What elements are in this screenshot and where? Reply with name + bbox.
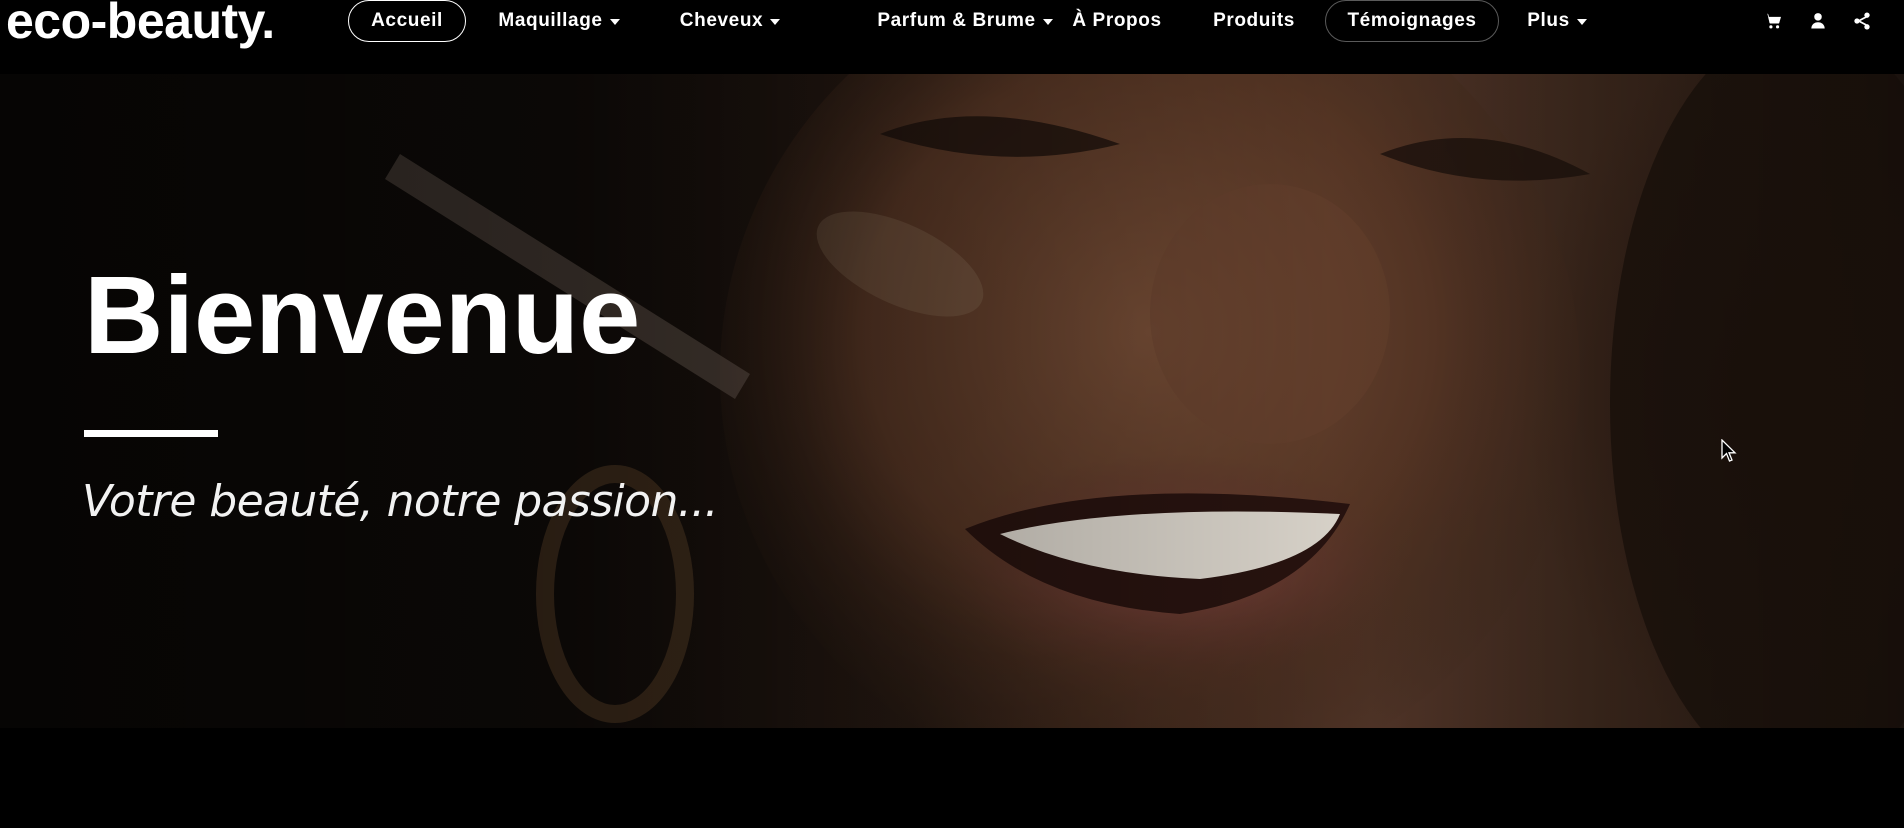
nav-item-produits[interactable]: Produits <box>1212 0 1296 42</box>
nav-item-label: Maquillage <box>498 10 603 31</box>
nav-item-label: Plus <box>1527 10 1570 31</box>
nav-item-plus[interactable]: Plus <box>1525 0 1589 42</box>
chevron-down-icon <box>609 19 620 25</box>
nav-item-label: Cheveux <box>679 10 764 31</box>
nav-item-temoignages[interactable]: Témoignages <box>1325 0 1499 42</box>
nav-item-label: À Propos <box>1072 10 1162 31</box>
main-nav: Accueil Maquillage Cheveux Parfum & Brum… <box>0 0 1904 42</box>
nav-item-label: Produits <box>1213 10 1295 31</box>
nav-item-a-propos[interactable]: À Propos <box>1072 0 1162 42</box>
nav-item-cheveux[interactable]: Cheveux <box>678 0 782 42</box>
hero-banner: Bienvenue Votre beauté, notre passion... <box>0 74 1904 728</box>
user-icon[interactable] <box>1807 10 1829 32</box>
hero-subtitle: Votre beauté, notre passion... <box>82 476 719 527</box>
nav-item-accueil[interactable]: Accueil <box>348 0 466 42</box>
cart-icon[interactable] <box>1762 10 1784 32</box>
nav-item-maquillage[interactable]: Maquillage <box>494 0 624 42</box>
nav-item-label: Parfum & Brume <box>877 10 1036 31</box>
chevron-down-icon <box>1042 19 1053 25</box>
hero-title: Bienvenue <box>84 254 641 377</box>
site-header: eco-beauty. Accueil Maquillage Cheveux P… <box>0 0 1904 74</box>
nav-item-parfum-brume[interactable]: Parfum & Brume <box>872 0 1058 42</box>
hero-divider <box>84 430 218 437</box>
nav-item-label: Témoignages <box>1347 10 1477 31</box>
chevron-down-icon <box>1576 19 1587 25</box>
nav-item-label: Accueil <box>371 10 443 31</box>
mouse-cursor-icon <box>1721 439 1737 462</box>
chevron-down-icon <box>770 19 781 25</box>
page: eco-beauty. Accueil Maquillage Cheveux P… <box>0 0 1904 828</box>
share-icon[interactable] <box>1851 10 1873 32</box>
hero-overlay <box>0 74 1904 728</box>
